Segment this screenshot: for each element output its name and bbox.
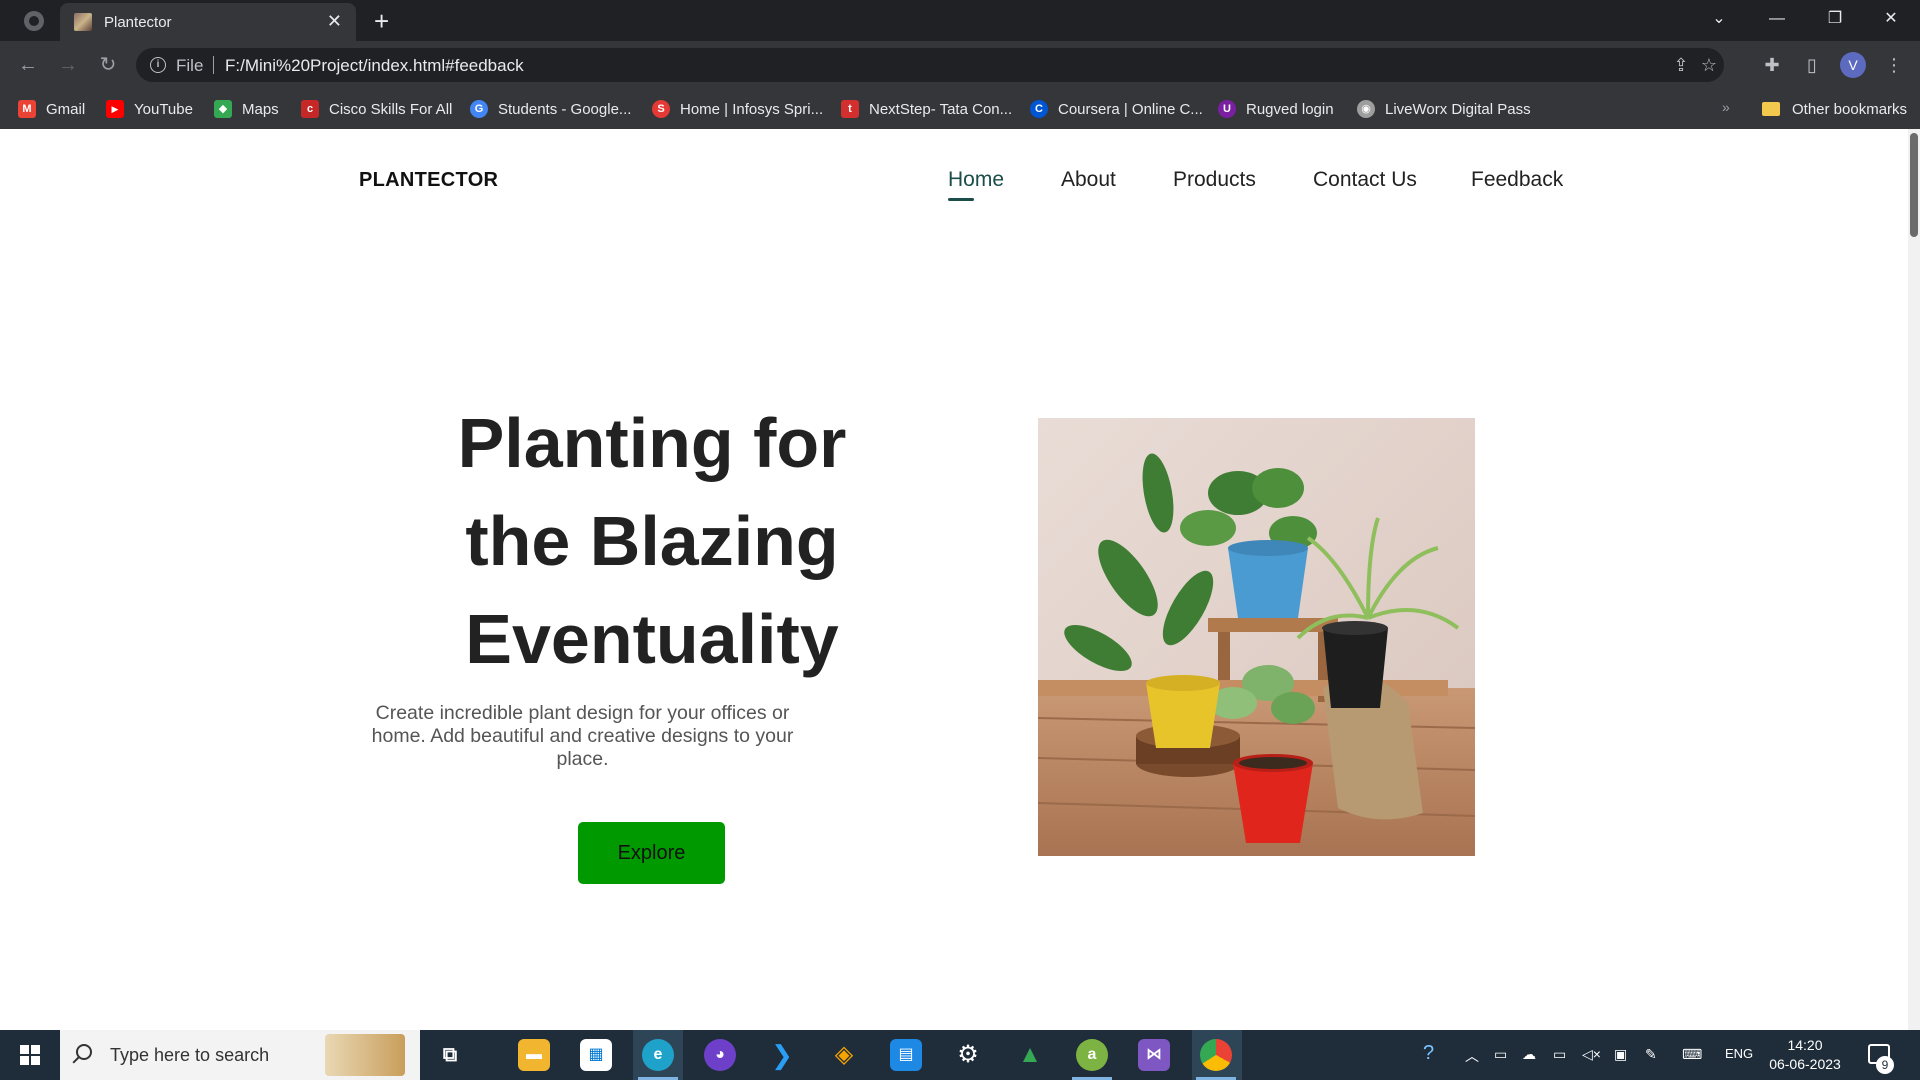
google-icon: G <box>470 100 488 118</box>
bookmark-tcs[interactable]: t NextStep- Tata Con... <box>841 97 1012 121</box>
bookmark-infosys[interactable]: S Home | Infosys Spri... <box>652 97 823 121</box>
clock-date: 06-06-2023 <box>1769 1056 1841 1072</box>
bookmark-gmail[interactable]: M Gmail <box>18 97 85 121</box>
bookmark-cisco[interactable]: c Cisco Skills For All <box>301 97 452 121</box>
hero-plant-image <box>1038 418 1475 856</box>
battery-icon[interactable]: ▭ <box>1553 1046 1566 1063</box>
scrollbar-thumb[interactable] <box>1910 133 1918 237</box>
tcs-icon: t <box>841 100 859 118</box>
reload-icon[interactable]: ↻ <box>94 51 122 79</box>
taskbar-clock[interactable]: 14:20 06-06-2023 <box>1768 1036 1842 1074</box>
rugved-icon: U <box>1218 100 1236 118</box>
task-view-icon[interactable]: ⧉ <box>434 1039 466 1071</box>
search-icon <box>76 1044 92 1060</box>
pen-workspace-icon[interactable]: ✎ <box>1645 1046 1657 1063</box>
minimize-icon[interactable]: — <box>1748 0 1806 41</box>
github-desktop-icon[interactable]: ◕ <box>704 1039 736 1071</box>
browser-tab[interactable]: Plantector ✕ <box>60 3 356 41</box>
extensions-icon[interactable]: ✚ <box>1760 53 1784 77</box>
cisco-icon: c <box>301 100 319 118</box>
side-panel-icon[interactable]: ▯ <box>1800 53 1824 77</box>
tab-close-icon[interactable]: ✕ <box>327 11 342 31</box>
nav-contact-us[interactable]: Contact Us <box>1313 168 1417 192</box>
coursera-icon: C <box>1030 100 1048 118</box>
help-icon[interactable]: ? <box>1423 1042 1434 1065</box>
volume-muted-icon[interactable]: ◁× <box>1582 1046 1601 1063</box>
vscode-icon[interactable]: ❯ <box>766 1039 798 1071</box>
hero-title: Planting for the Blazing Eventuality <box>457 404 847 678</box>
calendar-app-icon[interactable]: ▤ <box>890 1039 922 1071</box>
bookmark-rugved[interactable]: U Rugved login <box>1218 97 1334 121</box>
active-nav-indicator <box>948 198 974 201</box>
menu-kebab-icon[interactable]: ⋮ <box>1882 53 1906 77</box>
bookmark-coursera[interactable]: C Coursera | Online C... <box>1030 97 1203 121</box>
url-text[interactable]: F:/Mini%20Project/index.html#feedback <box>225 56 524 76</box>
nav-about[interactable]: About <box>1061 168 1116 192</box>
other-bookmarks-folder[interactable]: Other bookmarks <box>1762 97 1907 121</box>
liveworx-icon: ◉ <box>1357 100 1375 118</box>
google-drive-icon[interactable]: ▲ <box>1014 1039 1046 1071</box>
tray-overflow-chevron-icon[interactable]: ︿ <box>1465 1046 1479 1066</box>
infosys-icon: S <box>652 100 670 118</box>
clock-time: 14:20 <box>1787 1037 1823 1053</box>
taskbar-search-placeholder: Type here to search <box>110 1045 270 1065</box>
nav-feedback[interactable]: Feedback <box>1471 168 1563 192</box>
hero-subtitle: Create incredible plant design for your … <box>371 702 794 770</box>
android-studio-icon[interactable]: a <box>1076 1039 1108 1071</box>
restore-icon[interactable]: ❐ <box>1806 0 1864 41</box>
bookmarks-bar: M Gmail ▶ YouTube ◆ Maps c Cisco Skills For … <box>0 89 1920 129</box>
page-scrollbar[interactable] <box>1908 129 1920 1030</box>
site-logo[interactable]: PLANTECTOR <box>359 169 498 192</box>
windows-start-icon[interactable] <box>20 1045 40 1065</box>
address-separator <box>213 56 214 74</box>
meet-now-icon[interactable]: ▭ <box>1494 1046 1507 1063</box>
new-tab-icon[interactable]: + <box>374 6 389 36</box>
onedrive-icon[interactable]: ☁ <box>1522 1046 1536 1063</box>
tab-list-chevron-icon[interactable]: ⌄ <box>1690 0 1748 41</box>
bookmark-google-students[interactable]: G Students - Google... <box>470 97 631 121</box>
forward-icon[interactable]: → <box>54 51 82 79</box>
search-highlight-image <box>325 1034 405 1076</box>
bookmark-youtube[interactable]: ▶ YouTube <box>106 97 193 121</box>
network-icon[interactable]: ▣ <box>1614 1046 1627 1063</box>
git-icon[interactable]: ◈ <box>828 1039 860 1071</box>
close-window-icon[interactable]: ✕ <box>1862 0 1920 41</box>
gmail-icon: M <box>18 100 36 118</box>
tab-title: Plantector <box>104 14 172 31</box>
maps-icon: ◆ <box>214 100 232 118</box>
explore-button[interactable]: Explore <box>578 822 725 884</box>
touch-keyboard-icon[interactable]: ⌨ <box>1682 1046 1702 1063</box>
plantector-favicon-icon <box>74 13 92 31</box>
input-language[interactable]: ENG <box>1725 1046 1753 1061</box>
nav-products[interactable]: Products <box>1173 168 1256 192</box>
bookmark-liveworx[interactable]: ◉ LiveWorx Digital Pass <box>1357 97 1531 121</box>
browser-toolbar: ← → ↻ i File F:/Mini%20Project/index.htm… <box>0 41 1920 89</box>
bookmark-maps[interactable]: ◆ Maps <box>214 97 279 121</box>
nav-home[interactable]: Home <box>948 168 1004 192</box>
more-bookmarks-icon[interactable]: » <box>1722 99 1730 115</box>
folder-icon <box>1762 102 1780 116</box>
settings-gear-icon[interactable]: ⚙ <box>952 1039 984 1071</box>
file-scheme-label: File <box>176 56 204 75</box>
browser-tab-strip: Plantector ✕ + ⌄ — ❐ ✕ <box>0 0 1920 41</box>
edge-icon[interactable]: e <box>642 1039 674 1071</box>
share-icon[interactable]: ⇪ <box>1670 54 1692 76</box>
address-bar[interactable]: i File F:/Mini%20Project/index.html#feed… <box>136 48 1724 82</box>
back-icon[interactable]: ← <box>14 51 42 79</box>
file-explorer-icon[interactable]: ▬ <box>518 1039 550 1071</box>
bookmark-star-icon[interactable]: ☆ <box>1698 54 1720 76</box>
page-viewport: PLANTECTOR Home About Products Contact U… <box>0 129 1920 1030</box>
notification-count-badge: 9 <box>1876 1056 1894 1074</box>
tab-search-icon[interactable] <box>24 11 44 31</box>
visual-studio-icon[interactable]: ⋈ <box>1138 1039 1170 1071</box>
windows-taskbar: Type here to search ⧉ ▬ ▦ e ◕ ❯ ◈ ▤ ⚙ ▲ … <box>0 1030 1920 1080</box>
chrome-icon[interactable] <box>1200 1039 1232 1071</box>
taskbar-search-box[interactable]: Type here to search <box>60 1030 420 1080</box>
site-info-icon[interactable]: i <box>150 57 166 73</box>
youtube-icon: ▶ <box>106 100 124 118</box>
profile-avatar[interactable]: V <box>1840 52 1866 78</box>
microsoft-store-icon[interactable]: ▦ <box>580 1039 612 1071</box>
